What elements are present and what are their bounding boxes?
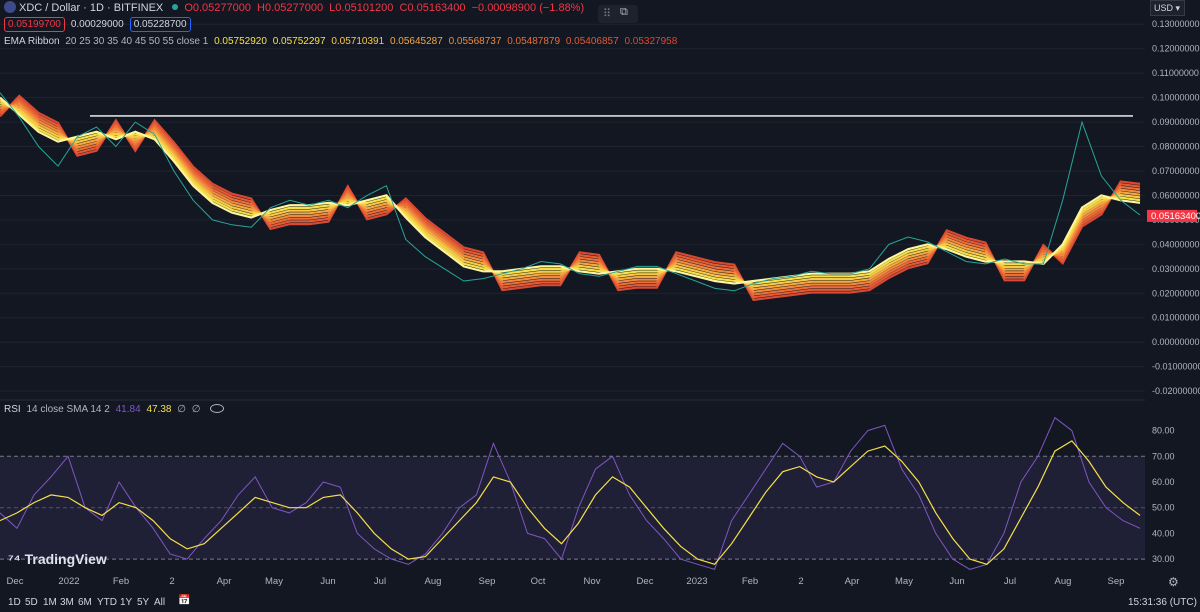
price-tick-label: 0.10000000 xyxy=(1152,93,1200,103)
time-tick-label: 2 xyxy=(798,576,803,587)
rsi-tick-label: 40.00 xyxy=(1152,528,1175,538)
rsi-legend-params: 14 close SMA 14 2 xyxy=(26,404,110,415)
price-tick-label: 0.11000000 xyxy=(1152,68,1199,78)
time-tick-label: 2022 xyxy=(58,576,79,587)
ema-value: 0.05645287 xyxy=(389,36,443,47)
ema-value: 0.05327958 xyxy=(624,36,678,47)
time-tick-label: Jul xyxy=(1004,576,1016,587)
ohlc-open: O0.05277000 xyxy=(184,2,251,14)
price-tick-label: 0.06000000 xyxy=(1152,190,1200,200)
price-tick-label: 0.03000000 xyxy=(1152,264,1200,274)
price-tick-label: 0.04000000 xyxy=(1152,239,1200,249)
time-tick-label: Apr xyxy=(217,576,232,587)
range-6m[interactable]: 6M xyxy=(78,597,92,608)
time-tick-label: Dec xyxy=(637,576,654,587)
time-tick-label: Jun xyxy=(320,576,335,587)
time-tick-label: Dec xyxy=(7,576,24,587)
price-tick-label: -0.01000000 xyxy=(1152,362,1200,372)
currency-selector[interactable]: USD ▾ xyxy=(1150,0,1185,16)
rsi-value: 41.84 xyxy=(115,404,141,415)
range-5d[interactable]: 5D xyxy=(25,597,38,608)
time-tick-label: Feb xyxy=(113,576,129,587)
bid-ask-row: 0.05199700 0.00029000 0.05228700 xyxy=(4,17,194,32)
time-tick-label: Jun xyxy=(949,576,964,587)
price-tick-label: 0.13000000 xyxy=(1152,19,1200,29)
ohlc-change: −0.00098900 (−1.88%) xyxy=(471,2,585,14)
range-5y[interactable]: 5Y xyxy=(137,597,149,608)
clock[interactable]: 15:31:36 (UTC) xyxy=(1128,597,1197,608)
range-1m[interactable]: 1M xyxy=(43,597,57,608)
time-tick-label: Aug xyxy=(1055,576,1072,587)
range-all[interactable]: All xyxy=(154,597,165,608)
price-tick-label: 0.12000000 xyxy=(1152,44,1200,54)
time-tick-label: Apr xyxy=(845,576,860,587)
xdc-coin-icon xyxy=(4,1,16,13)
tradingview-logo-icon: ⁷⁴ xyxy=(8,551,25,567)
rsi-tick-label: 60.00 xyxy=(1152,477,1175,487)
current-price-label: 0.05163400 xyxy=(1151,211,1200,222)
calendar-icon[interactable]: 📅 xyxy=(178,595,190,606)
rsi-empty-value: ∅ xyxy=(177,404,186,415)
price-tick-label: 0.00000000 xyxy=(1152,337,1200,347)
rsi-legend-label: RSI xyxy=(4,404,21,415)
ohlc-low: L0.05101200 xyxy=(329,2,394,14)
tradingview-logo: ⁷⁴ TradingView xyxy=(8,551,107,567)
symbol-legend: XDC / Dollar · 1D · BITFINEX O0.05277000… xyxy=(4,1,587,14)
price-tick-label: 0.09000000 xyxy=(1152,117,1200,127)
rsi-sma-value: 47.38 xyxy=(146,404,172,415)
rsi-tick-label: 50.00 xyxy=(1152,503,1175,513)
symbol-title[interactable]: XDC / Dollar · 1D · BITFINEX xyxy=(19,2,163,14)
chart-area[interactable]: 0.13000000 0.12000000 0.11000000 0.10000000… xyxy=(0,0,1200,612)
price-tick-label: 0.07000000 xyxy=(1152,166,1200,176)
ema-value: 0.05487879 xyxy=(507,36,561,47)
ema-legend-params: 20 25 30 35 40 45 50 55 close 1 xyxy=(65,36,209,47)
rsi-tick-label: 30.00 xyxy=(1152,554,1175,564)
ema-legend[interactable]: EMA Ribbon 20 25 30 35 40 45 50 55 close… xyxy=(4,36,680,47)
ema-legend-label: EMA Ribbon xyxy=(4,36,60,47)
rsi-empty-value: ∅ xyxy=(191,404,201,415)
drag-handle-icon[interactable]: ⠿ xyxy=(603,7,611,20)
rsi-tick-label: 80.00 xyxy=(1152,426,1175,436)
ohlc-high: H0.05277000 xyxy=(257,2,324,14)
time-tick-label: Sep xyxy=(1108,576,1125,587)
time-tick-label: Sep xyxy=(479,576,496,587)
time-tick-label: Jul xyxy=(374,576,386,587)
time-tick-label: 2023 xyxy=(686,576,707,587)
range-ytd[interactable]: YTD xyxy=(97,597,117,608)
rsi-legend[interactable]: RSI 14 close SMA 14 2 41.84 47.38 ∅ ∅ xyxy=(4,404,227,415)
range-1y[interactable]: 1Y xyxy=(120,597,132,608)
price-tick-label: 0.01000000 xyxy=(1152,313,1200,323)
drawing-toolbar[interactable]: ⠿ ⧉ xyxy=(598,5,638,23)
bid-price[interactable]: 0.05199700 xyxy=(4,17,65,32)
bottom-toolbar: 1D 5D 1M 3M 6M YTD 1Y 5Y All 📅 15:31:36 … xyxy=(0,594,1200,612)
time-tick-label: Aug xyxy=(425,576,442,587)
ohlc-close: C0.05163400 xyxy=(399,2,466,14)
time-tick-label: Oct xyxy=(531,576,546,587)
ema-value: 0.05406857 xyxy=(565,36,619,47)
time-tick-label: 2 xyxy=(169,576,174,587)
layout-icon[interactable]: ⧉ xyxy=(620,6,628,19)
spread: 0.00029000 xyxy=(70,19,124,30)
price-tick-label: -0.02000000 xyxy=(1152,386,1200,396)
ema-value: 0.05752297 xyxy=(272,36,326,47)
time-tick-label: May xyxy=(265,576,283,587)
ask-price[interactable]: 0.05228700 xyxy=(129,17,191,32)
ema-value: 0.05752920 xyxy=(214,36,267,47)
ema-value: 0.05710391 xyxy=(331,36,385,47)
time-tick-label: Nov xyxy=(584,576,601,587)
time-tick-label: May xyxy=(895,576,913,587)
time-tick-label: Feb xyxy=(742,576,758,587)
eye-icon[interactable] xyxy=(210,404,225,413)
settings-icon[interactable]: ⚙ xyxy=(1168,575,1179,589)
brand-label: TradingView xyxy=(24,551,107,567)
rsi-tick-label: 70.00 xyxy=(1152,451,1175,461)
currency-label: USD xyxy=(1154,3,1174,13)
range-1d[interactable]: 1D xyxy=(8,597,21,608)
range-3m[interactable]: 3M xyxy=(60,597,74,608)
price-tick-label: 0.08000000 xyxy=(1152,142,1200,152)
market-status-icon xyxy=(172,4,179,10)
price-tick-label: 0.02000000 xyxy=(1152,288,1200,298)
ema-value: 0.05568737 xyxy=(448,36,502,47)
